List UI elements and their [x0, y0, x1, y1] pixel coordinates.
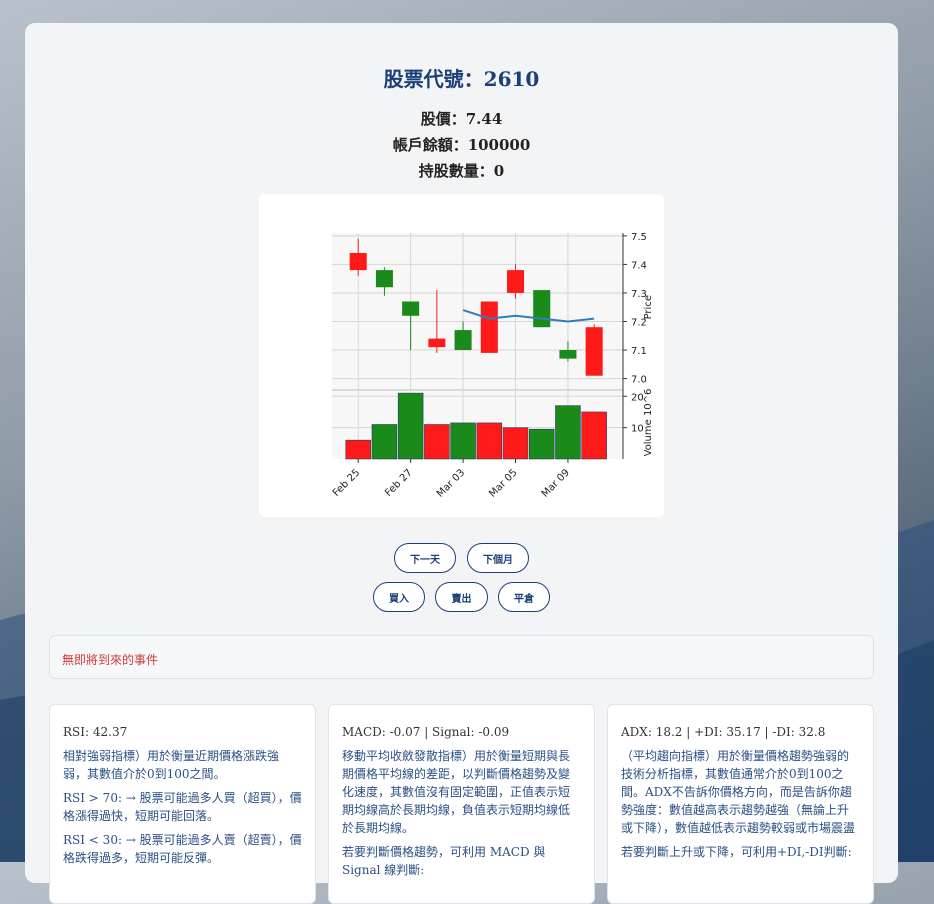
- close-position-button[interactable]: 平倉: [498, 582, 550, 612]
- next-day-button[interactable]: 下一天: [394, 543, 456, 573]
- adx-value: ADX: 18.2 | +DI: 35.17 | -DI: 32.8: [621, 725, 826, 739]
- x-tick-label: Mar 03: [435, 467, 467, 499]
- candle-body: [506, 270, 525, 293]
- candle-body: [533, 290, 551, 328]
- price-axis-label: Price: [643, 295, 654, 319]
- candle-body: [480, 301, 498, 353]
- adx-description: （平均趨向指標）用於衡量價格趨勢強弱的技術分析指標，其數值通常介於0到100之間…: [621, 749, 856, 835]
- candle-body: [375, 270, 393, 288]
- events-panel: 無即將到來的事件: [49, 635, 874, 679]
- volume-bar: [581, 411, 607, 460]
- candle-body: [559, 350, 577, 359]
- price-tick-label: 7.5: [631, 232, 647, 243]
- buy-button[interactable]: 買入: [373, 582, 425, 612]
- next-month-button[interactable]: 下個月: [467, 543, 529, 573]
- adx-hint: 若要判斷上升或下降，可利用+DI,-DI判斷:: [621, 845, 852, 859]
- x-tick-label: Feb 27: [383, 467, 415, 499]
- macd-description: 移動平均收斂發散指標）用於衡量短期與長期價格平均線的差距，以判斷價格趨勢及變化速…: [342, 749, 571, 835]
- volume-tick-label: 10: [631, 424, 644, 435]
- macd-hint: 若要判斷價格趨勢，可利用 MACD 與 Signal 線判斷:: [342, 845, 546, 877]
- price-tick-label: 7.0: [631, 375, 647, 386]
- chart-panel: 7.0 7.1 7.2 7.3 7.4 7.5 10 20 Feb 25 Feb 27 Mar 03…: [259, 194, 664, 517]
- candle-body: [454, 330, 472, 351]
- sell-button[interactable]: 賣出: [435, 582, 488, 612]
- x-tick-label: Mar 09: [540, 467, 572, 499]
- x-tick-label: Mar 05: [487, 467, 519, 499]
- macd-panel: MACD: -0.07 | Signal: -0.09 移動平均收斂發散指標）用…: [328, 704, 595, 904]
- volume-bar: [424, 424, 450, 460]
- volume-bar: [528, 428, 555, 460]
- candle-body: [349, 252, 367, 271]
- rsi-panel: RSI: 42.37 相對強弱指標）用於衡量近期價格漲跌強弱，其數值介於0到10…: [49, 704, 316, 904]
- macd-value: MACD: -0.07 | Signal: -0.09: [342, 725, 510, 739]
- rsi-description: 相對強弱指標）用於衡量近期價格漲跌強弱，其數值介於0到100之間。: [63, 749, 280, 781]
- adx-panel: ADX: 18.2 | +DI: 35.17 | -DI: 32.8 （平均趨向…: [607, 704, 874, 904]
- price-tick-label: 7.4: [631, 260, 647, 271]
- rsi-value: RSI: 42.37: [63, 725, 128, 739]
- header: 股票代號：2610 股價：7.44 帳戶餘額：100000 持股數量：0: [25, 23, 898, 184]
- volume-bar: [371, 424, 398, 460]
- price-text: 股價：7.44: [420, 110, 503, 128]
- balance-text: 帳戶餘額：100000: [392, 136, 531, 154]
- stock-title: 股票代號：2610: [383, 67, 540, 91]
- main-card: 股票代號：2610 股價：7.44 帳戶餘額：100000 持股數量：0 7.0…: [25, 23, 898, 904]
- volume-axis-label: Volume 10^6: [643, 389, 654, 457]
- volume-bar: [397, 392, 424, 460]
- events-text: 無即將到來的事件: [62, 653, 159, 667]
- price-tick-label: 7.1: [631, 346, 647, 357]
- holding-text: 持股數量：0: [418, 162, 505, 180]
- volume-bar: [555, 405, 581, 460]
- volume-bar: [345, 439, 371, 460]
- rsi-overbought: RSI > 70: → 股票可能過多人買（超買），價格漲得過快，短期可能回落。: [63, 791, 302, 823]
- candlestick-chart: 7.07.17.27.37.47.51020Feb 25 Feb 27 Mar 03…: [331, 232, 654, 500]
- candle-body: [585, 327, 603, 376]
- x-tick-label: Feb 25: [331, 467, 363, 499]
- candle-body: [428, 338, 446, 348]
- volume-tick-label: 20: [631, 392, 644, 403]
- candle-body: [402, 301, 420, 316]
- volume-bar: [502, 427, 529, 460]
- volume-bar: [450, 422, 476, 460]
- volume-bar: [476, 422, 503, 460]
